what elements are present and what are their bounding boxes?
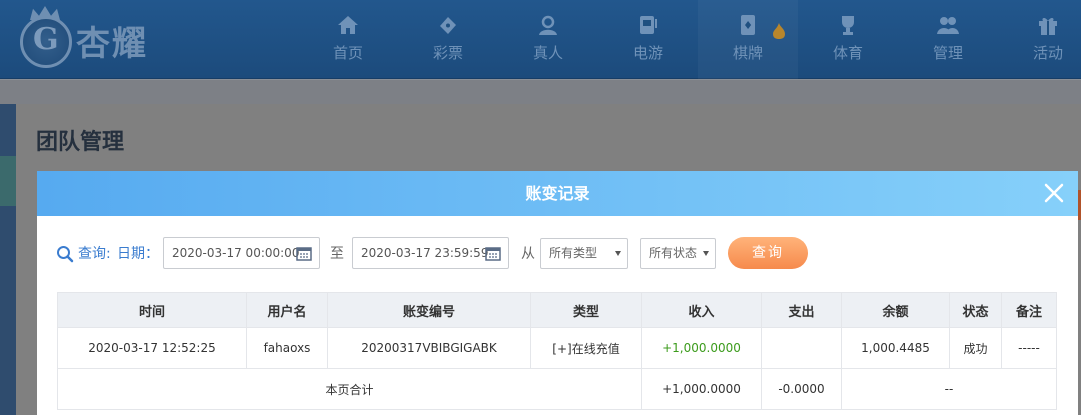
nav-item-manage[interactable]: 管理 (898, 0, 998, 79)
ledger-table: 时间 用户名 账变编号 类型 收入 支出 余额 状态 备注 2020-03-17… (57, 292, 1057, 410)
cell-balance: 1,000.4485 (841, 327, 950, 369)
status-select[interactable]: 所有状态 (640, 238, 716, 269)
nav-item-cards[interactable]: ♦ 棋牌 (698, 0, 798, 79)
close-icon[interactable] (1042, 181, 1066, 205)
table-header-row: 时间 用户名 账变编号 类型 收入 支出 余额 状态 备注 (57, 292, 1057, 328)
cell-txn-id: 20200317VBIBGIGABK (327, 327, 531, 369)
ticket-icon (440, 17, 456, 34)
nav-label: 首页 (332, 44, 363, 62)
to-label: 至 (330, 246, 344, 262)
modal-title: 账变记录 (525, 184, 590, 203)
nav-label: 棋牌 (732, 44, 763, 62)
chevron-down-icon (615, 251, 621, 256)
type-select[interactable]: 所有类型 (540, 238, 628, 269)
col-header-type: 类型 (530, 292, 642, 328)
summary-label: 本页合计 (57, 368, 642, 410)
table-row: 2020-03-17 12:52:25 fahaoxs 20200317VBIB… (57, 327, 1057, 369)
trophy-icon (842, 16, 854, 35)
type-select-value: 所有类型 (549, 246, 598, 260)
chevron-down-icon (703, 251, 709, 256)
col-header-expense: 支出 (761, 292, 842, 328)
nav-label: 体育 (832, 44, 863, 62)
cell-income: +1,000.0000 (641, 327, 762, 369)
page-title: 团队管理 (36, 130, 125, 155)
nav-item-promo[interactable]: 活动 (998, 0, 1081, 79)
users-icon (937, 17, 959, 34)
svg-text:♦: ♦ (743, 19, 753, 32)
home-icon (338, 16, 358, 34)
modal-header: 账变记录 (37, 171, 1078, 216)
sub-bar (0, 80, 1081, 104)
summary-row: 本页合计 +1,000.0000 -0.0000 -- (57, 368, 1057, 410)
query-button[interactable]: 查询 (728, 237, 808, 269)
calendar-icon[interactable] (296, 245, 312, 261)
from-label: 从 (521, 246, 535, 262)
cell-type: [+]在线充值 (530, 327, 642, 369)
col-header-income: 收入 (641, 292, 762, 328)
nav-item-home[interactable]: 首页 (298, 0, 398, 79)
filter-bar: 查询: 日期： 至 从 所有类型 所有状态 查询 (37, 237, 1078, 271)
col-header-balance: 余额 (841, 292, 950, 328)
live-dealer-icon (539, 15, 557, 35)
left-rail (0, 104, 16, 415)
top-nav: G 杏耀 首页 彩票 真人 电游 ♦ 棋牌 体育 管理 活动 (0, 0, 1081, 79)
cell-expense (761, 327, 842, 369)
nav-item-lottery[interactable]: 彩票 (398, 0, 498, 79)
cards-icon: ♦ (741, 15, 755, 35)
hot-badge-icon (773, 23, 785, 39)
left-rail-segment (0, 156, 16, 206)
date-label: 日期： (117, 246, 159, 262)
summary-expense: -0.0000 (761, 368, 842, 410)
cell-username: fahaoxs (246, 327, 328, 369)
col-header-time: 时间 (57, 292, 247, 328)
search-icon (57, 246, 74, 263)
summary-balance: -- (841, 368, 1057, 410)
cell-remark: ----- (1001, 327, 1057, 369)
query-label: 查询: (78, 246, 111, 262)
col-header-remark: 备注 (1001, 292, 1057, 328)
logo-text: 杏耀 (76, 24, 148, 64)
gift-icon (1039, 17, 1057, 35)
nav-item-slots[interactable]: 电游 (598, 0, 698, 79)
nav-label: 电游 (632, 44, 663, 62)
logo-emblem-letter: G (33, 22, 59, 57)
nav-item-live[interactable]: 真人 (498, 0, 598, 79)
slot-machine-icon (640, 16, 657, 34)
status-select-value: 所有状态 (649, 246, 698, 260)
brand-logo[interactable]: G 杏耀 (20, 6, 170, 72)
nav-label: 真人 (532, 44, 563, 62)
col-header-status: 状态 (949, 292, 1002, 328)
nav-label: 彩票 (432, 44, 463, 62)
nav-label: 活动 (1032, 44, 1063, 62)
nav-label: 管理 (932, 44, 963, 62)
ledger-modal: 账变记录 查询: 日期： 至 从 所有类型 所有状态 查询 时间 (37, 171, 1078, 415)
summary-income: +1,000.0000 (641, 368, 762, 410)
col-header-txn-id: 账变编号 (327, 292, 531, 328)
calendar-icon[interactable] (485, 245, 501, 261)
cell-status: 成功 (949, 327, 1002, 369)
nav-item-sports[interactable]: 体育 (798, 0, 898, 79)
col-header-username: 用户名 (246, 292, 328, 328)
cell-time: 2020-03-17 12:52:25 (57, 327, 247, 369)
